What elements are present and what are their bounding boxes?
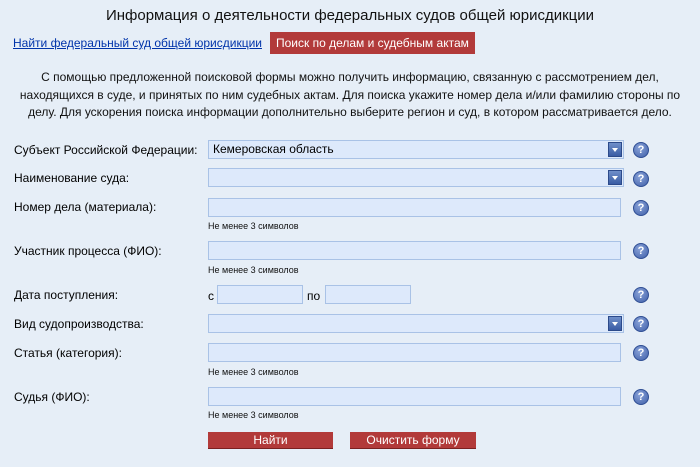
date-from-input[interactable]: [217, 285, 303, 304]
clear-form-button[interactable]: Очистить форму: [350, 432, 476, 449]
article-hint: Не менее 3 символов: [208, 367, 299, 377]
court-select[interactable]: [208, 168, 624, 187]
dropdown-arrow-icon[interactable]: [608, 316, 622, 331]
help-icon[interactable]: ?: [633, 389, 649, 405]
region-select-value: Кемеровская область: [213, 142, 334, 156]
help-icon[interactable]: ?: [633, 243, 649, 259]
proceeding-label: Вид судопроизводства:: [14, 317, 144, 331]
help-icon[interactable]: ?: [633, 345, 649, 361]
dropdown-arrow-icon[interactable]: [608, 142, 622, 157]
intro-line-1: С помощью предложенной поисковой формы м…: [41, 70, 659, 84]
help-icon[interactable]: ?: [633, 142, 649, 158]
participant-label: Участник процесса (ФИО):: [14, 244, 162, 258]
date-to-prefix: по: [307, 289, 321, 303]
article-label: Статья (категория):: [14, 346, 122, 360]
case-number-hint: Не менее 3 символов: [208, 221, 299, 231]
participant-input[interactable]: [208, 241, 621, 260]
participant-hint: Не менее 3 символов: [208, 265, 299, 275]
help-icon[interactable]: ?: [633, 287, 649, 303]
article-input[interactable]: [208, 343, 621, 362]
date-to-input[interactable]: [325, 285, 411, 304]
court-label: Наименование суда:: [14, 171, 130, 185]
dropdown-arrow-icon[interactable]: [608, 170, 622, 185]
intro-text: С помощью предложенной поисковой формы м…: [8, 69, 692, 122]
judge-label: Судья (ФИО):: [14, 390, 90, 404]
date-label: Дата поступления:: [14, 288, 119, 302]
tab-find-court[interactable]: Найти федеральный суд общей юрисдикции: [13, 36, 262, 50]
tab-search-cases[interactable]: Поиск по делам и судебным актам: [270, 32, 475, 54]
region-select[interactable]: Кемеровская область: [208, 140, 624, 159]
help-icon[interactable]: ?: [633, 171, 649, 187]
help-icon[interactable]: ?: [633, 316, 649, 332]
case-number-label: Номер дела (материала):: [14, 200, 157, 214]
intro-line-3: делу. Для ускорения поиска информации до…: [28, 105, 672, 119]
case-number-input[interactable]: [208, 198, 621, 217]
page-title: Информация о деятельности федеральных су…: [105, 7, 595, 24]
proceeding-select[interactable]: [208, 314, 624, 333]
intro-line-2: находящихся в суде, и принятых по ним су…: [19, 87, 681, 102]
region-label: Субъект Российской Федерации:: [14, 143, 198, 157]
judge-input[interactable]: [208, 387, 621, 406]
date-from-prefix: с: [208, 289, 214, 303]
help-icon[interactable]: ?: [633, 200, 649, 216]
judge-hint: Не менее 3 символов: [208, 410, 299, 420]
search-button[interactable]: Найти: [208, 432, 333, 449]
